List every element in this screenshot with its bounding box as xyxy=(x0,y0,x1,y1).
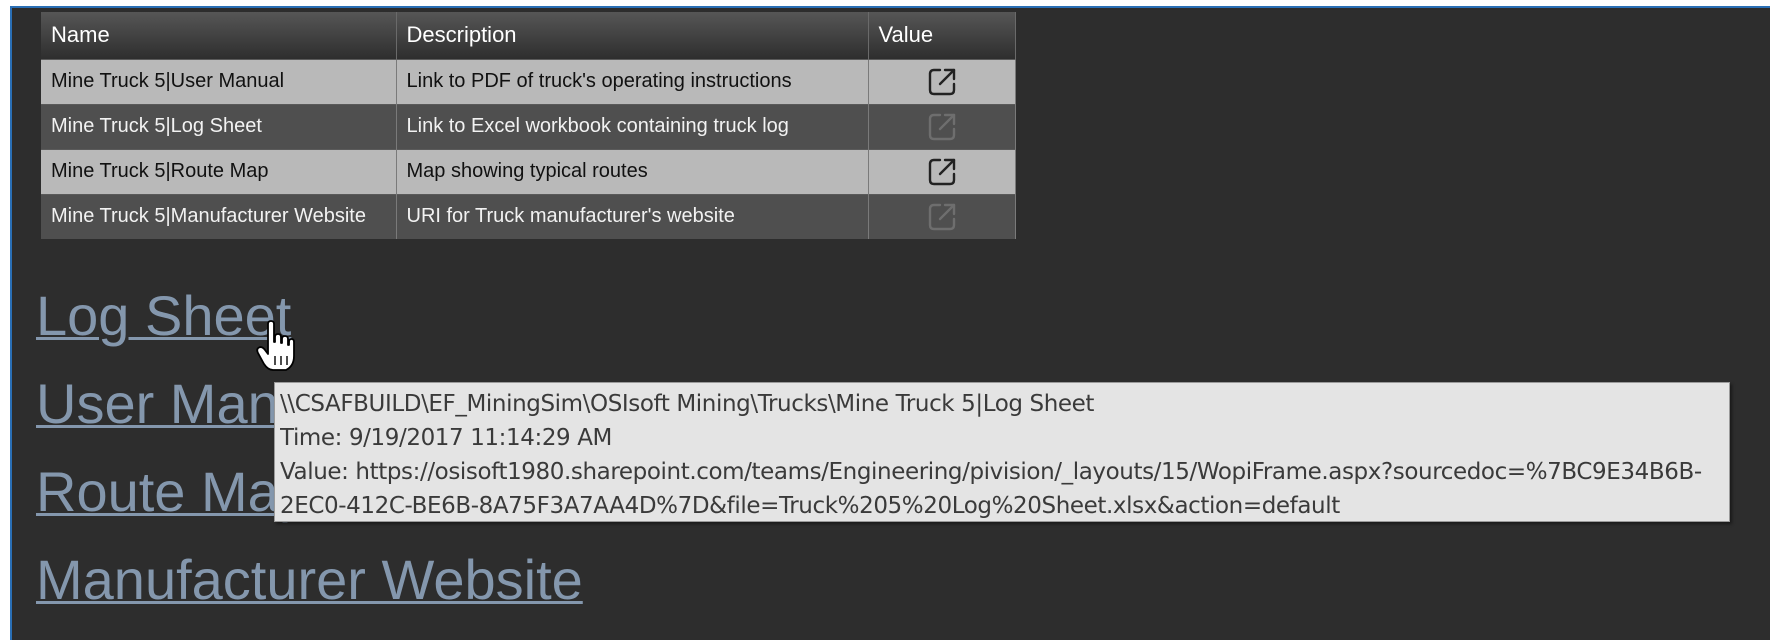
table-row: Mine Truck 5|Log Sheet Link to Excel wor… xyxy=(41,103,1016,149)
log-sheet-link[interactable]: Log Sheet xyxy=(36,283,291,348)
table-row: Mine Truck 5|User Manual Link to PDF of … xyxy=(41,58,1016,104)
row-name-cell: Mine Truck 5|Manufacturer Website xyxy=(41,193,397,239)
row-value-cell xyxy=(868,58,1016,104)
row-description-cell: URI for Truck manufacturer's website xyxy=(396,193,869,239)
route-map-link[interactable]: Route Map xyxy=(36,459,310,524)
tooltip-time: Time: 9/19/2017 11:14:29 AM xyxy=(280,425,612,451)
external-link-icon xyxy=(927,202,957,232)
column-header-name[interactable]: Name xyxy=(41,12,397,59)
external-link-icon[interactable] xyxy=(927,157,957,187)
row-description-cell: Map showing typical routes xyxy=(396,148,869,194)
external-link-icon xyxy=(927,112,957,142)
tooltip-value-line-2: 2EC0-412C-BE6B-8A75F3A7AA4D%7D&file=Truc… xyxy=(280,493,1340,519)
hand-cursor-icon xyxy=(256,320,296,372)
row-value-cell xyxy=(868,193,1016,239)
row-description-cell: Link to PDF of truck's operating instruc… xyxy=(396,58,869,104)
row-name-cell: Mine Truck 5|Log Sheet xyxy=(41,103,397,149)
row-name-cell: Mine Truck 5|Route Map xyxy=(41,148,397,194)
table-header-row: Name Description Value xyxy=(41,12,1016,59)
manufacturer-website-link[interactable]: Manufacturer Website xyxy=(36,547,583,612)
table-row: Mine Truck 5|Manufacturer Website URI fo… xyxy=(41,193,1016,239)
external-link-icon[interactable] xyxy=(927,67,957,97)
tooltip-value-line-1: Value: https://osisoft1980.sharepoint.co… xyxy=(280,459,1702,485)
column-header-value[interactable]: Value xyxy=(868,12,1016,59)
row-description-cell: Link to Excel workbook containing truck … xyxy=(396,103,869,149)
attribute-tooltip: \\CSAFBUILD\EF_MiningSim\OSIsoft Mining\… xyxy=(274,382,1730,522)
attribute-table: Name Description Value Mine Truck 5|User… xyxy=(41,12,1016,239)
tooltip-path: \\CSAFBUILD\EF_MiningSim\OSIsoft Mining\… xyxy=(280,391,1095,417)
row-name-cell: Mine Truck 5|User Manual xyxy=(41,58,397,104)
row-value-cell xyxy=(868,103,1016,149)
row-value-cell xyxy=(868,148,1016,194)
table-row: Mine Truck 5|Route Map Map showing typic… xyxy=(41,148,1016,194)
column-header-description[interactable]: Description xyxy=(396,12,869,59)
